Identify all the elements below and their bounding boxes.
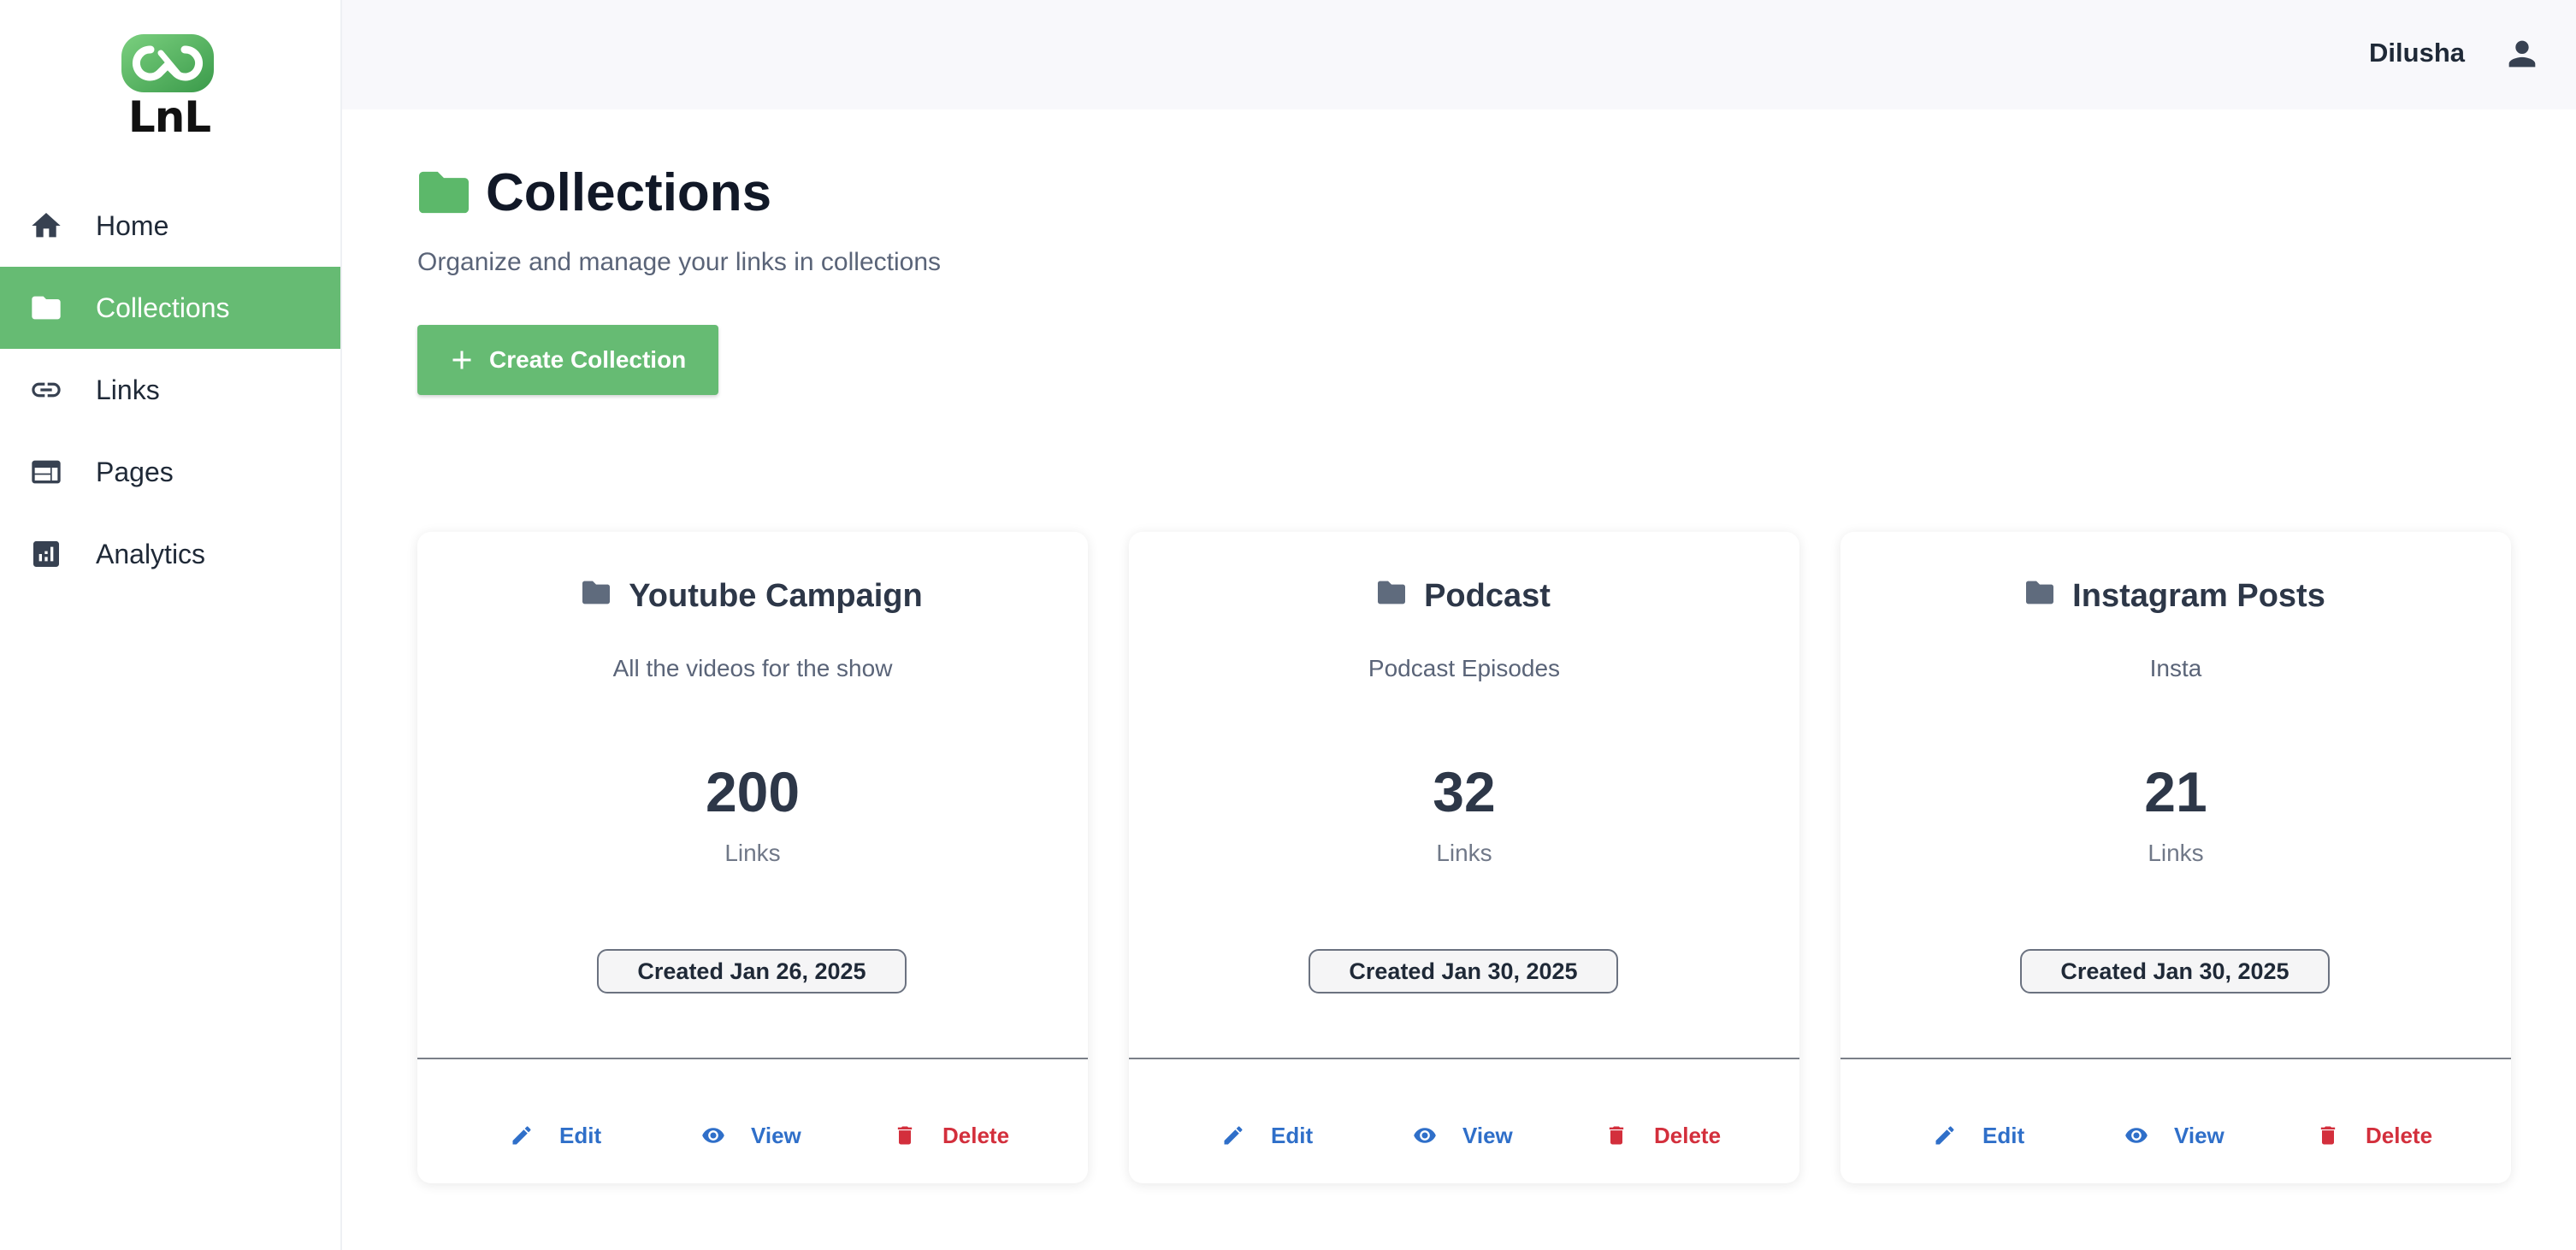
sidebar-item-label: Links xyxy=(96,374,160,405)
edit-label: Edit xyxy=(1982,1122,2025,1148)
sidebar-item-home[interactable]: Home xyxy=(0,185,340,267)
collection-title: Instagram Posts xyxy=(2072,578,2325,614)
collection-title: Podcast xyxy=(1424,578,1551,614)
card-actions: Edit View Delete xyxy=(1840,1110,2511,1161)
view-label: View xyxy=(1462,1122,1513,1148)
sidebar: LnL Home Collections Links Pages Analyti… xyxy=(0,0,342,1250)
created-date-badge: Created Jan 30, 2025 xyxy=(2020,949,2330,994)
link-count-label: Links xyxy=(2148,840,2204,866)
created-date-badge: Created Jan 26, 2025 xyxy=(597,949,907,994)
collection-description: Insta xyxy=(2149,655,2202,681)
sidebar-item-label: Collections xyxy=(96,292,230,323)
link-count-label: Links xyxy=(724,840,781,866)
delete-label: Delete xyxy=(942,1122,1010,1148)
create-collection-label: Create Collection xyxy=(489,346,687,373)
collection-description: Podcast Episodes xyxy=(1368,655,1561,681)
folder-icon xyxy=(32,296,61,320)
delete-button[interactable]: Delete xyxy=(2316,1110,2432,1161)
eye-icon xyxy=(702,1128,724,1143)
edit-label: Edit xyxy=(559,1122,602,1148)
link-count-label: Links xyxy=(1436,840,1492,866)
eye-icon xyxy=(1414,1128,1436,1143)
delete-label: Delete xyxy=(1654,1122,1722,1148)
edit-label: Edit xyxy=(1271,1122,1314,1148)
view-button[interactable]: View xyxy=(701,1110,801,1161)
edit-button[interactable]: Edit xyxy=(510,1110,601,1161)
collection-card: Youtube Campaign All the videos for the … xyxy=(417,532,1088,1183)
logo-mark-icon xyxy=(121,34,214,92)
analytics-icon xyxy=(33,541,59,567)
folder-icon xyxy=(582,581,611,604)
collection-description: All the videos for the show xyxy=(612,655,893,681)
sidebar-nav: Home Collections Links Pages Analytics xyxy=(0,185,340,595)
sidebar-item-collections[interactable]: Collections xyxy=(0,267,340,349)
app-logo[interactable]: LnL xyxy=(118,29,221,142)
trash-icon xyxy=(897,1126,913,1145)
card-header: Instagram Posts xyxy=(1840,578,2511,615)
page-title: Collections xyxy=(486,163,772,222)
home-icon xyxy=(32,213,61,238)
pencil-icon xyxy=(1224,1126,1243,1145)
card-header: Youtube Campaign xyxy=(417,578,1088,615)
web-page-icon xyxy=(32,460,61,484)
view-button[interactable]: View xyxy=(1413,1110,1513,1161)
link-count: 21 xyxy=(2144,760,2207,823)
pencil-icon xyxy=(512,1126,531,1145)
delete-button[interactable]: Delete xyxy=(893,1110,1009,1161)
collection-title: Youtube Campaign xyxy=(629,578,923,614)
link-icon xyxy=(32,382,61,398)
created-date-badge: Created Jan 30, 2025 xyxy=(1309,949,1618,994)
sidebar-item-analytics[interactable]: Analytics xyxy=(0,513,340,595)
folder-icon xyxy=(419,171,469,214)
top-bar: Dilusha xyxy=(342,0,2576,109)
view-label: View xyxy=(2174,1122,2224,1148)
folder-icon xyxy=(2026,581,2054,604)
collection-card: Podcast Podcast Episodes 32 Links Create… xyxy=(1129,532,1799,1183)
folder-icon xyxy=(1378,581,1406,604)
collection-card: Instagram Posts Insta 21 Links Created J… xyxy=(1840,532,2511,1183)
sidebar-item-pages[interactable]: Pages xyxy=(0,431,340,513)
delete-button[interactable]: Delete xyxy=(1604,1110,1721,1161)
card-header: Podcast xyxy=(1129,578,1799,615)
sidebar-item-label: Analytics xyxy=(96,538,206,569)
trash-icon xyxy=(2320,1126,2336,1145)
edit-button[interactable]: Edit xyxy=(1933,1110,2024,1161)
delete-label: Delete xyxy=(2366,1122,2433,1148)
view-button[interactable]: View xyxy=(2124,1110,2224,1161)
view-label: View xyxy=(751,1122,801,1148)
person-icon[interactable] xyxy=(2502,34,2542,74)
sidebar-item-label: Pages xyxy=(96,456,174,487)
trash-icon xyxy=(1609,1126,1624,1145)
logo-text: LnL xyxy=(127,92,211,142)
card-divider xyxy=(1840,1058,2511,1059)
pencil-icon xyxy=(1935,1126,1954,1145)
username[interactable]: Dilusha xyxy=(2369,38,2465,68)
edit-button[interactable]: Edit xyxy=(1221,1110,1313,1161)
card-divider xyxy=(1129,1058,1799,1059)
create-collection-button[interactable]: Create Collection xyxy=(417,325,718,395)
card-divider xyxy=(417,1058,1088,1059)
card-actions: Edit View Delete xyxy=(417,1110,1088,1161)
page-subtitle: Organize and manage your links in collec… xyxy=(417,248,941,276)
card-actions: Edit View Delete xyxy=(1129,1110,1799,1161)
link-count: 200 xyxy=(705,760,801,823)
link-count: 32 xyxy=(1433,760,1496,823)
plus-icon xyxy=(452,351,471,369)
eye-icon xyxy=(2125,1128,2148,1143)
sidebar-item-label: Home xyxy=(96,209,169,241)
sidebar-item-links[interactable]: Links xyxy=(0,349,340,431)
